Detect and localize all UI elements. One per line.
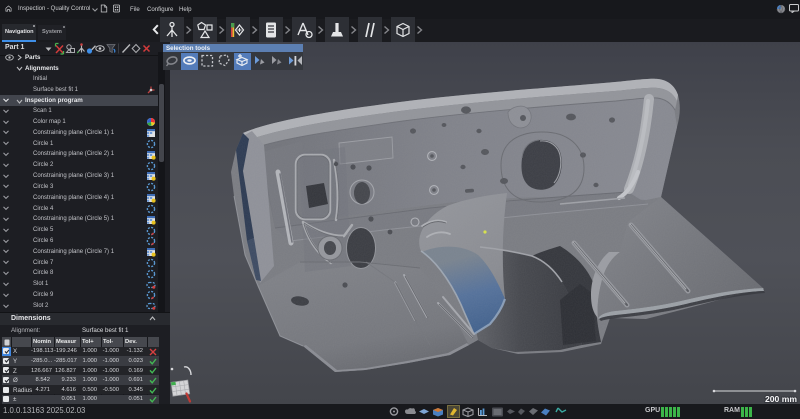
svg-text:200 mm: 200 mm bbox=[765, 394, 797, 404]
